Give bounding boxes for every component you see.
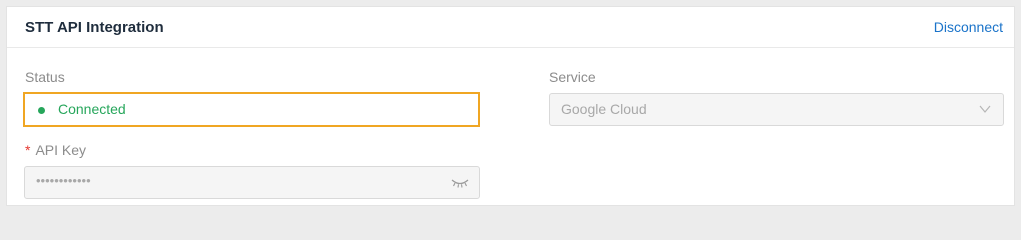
service-select[interactable]: Google Cloud: [549, 93, 1004, 126]
required-mark: *: [25, 142, 31, 158]
eye-closed-icon[interactable]: [451, 178, 469, 188]
status-field: Connected: [23, 92, 480, 127]
stt-api-integration-card: STT API Integration Disconnect Status Co…: [6, 6, 1015, 206]
card-title: STT API Integration: [25, 19, 164, 36]
service-label: Service: [549, 69, 596, 85]
api-key-label-text: API Key: [35, 142, 87, 158]
status-dot-icon: [38, 107, 45, 114]
api-key-value: ••••••••••••: [36, 173, 91, 188]
disconnect-link[interactable]: Disconnect: [934, 19, 1003, 35]
status-value: Connected: [58, 101, 126, 117]
status-label: Status: [25, 69, 65, 85]
api-key-label: * API Key: [25, 142, 86, 158]
card-header: STT API Integration Disconnect: [7, 7, 1014, 48]
chevron-down-icon: [979, 105, 991, 113]
service-select-value: Google Cloud: [561, 101, 647, 117]
api-key-input[interactable]: ••••••••••••: [24, 166, 480, 199]
